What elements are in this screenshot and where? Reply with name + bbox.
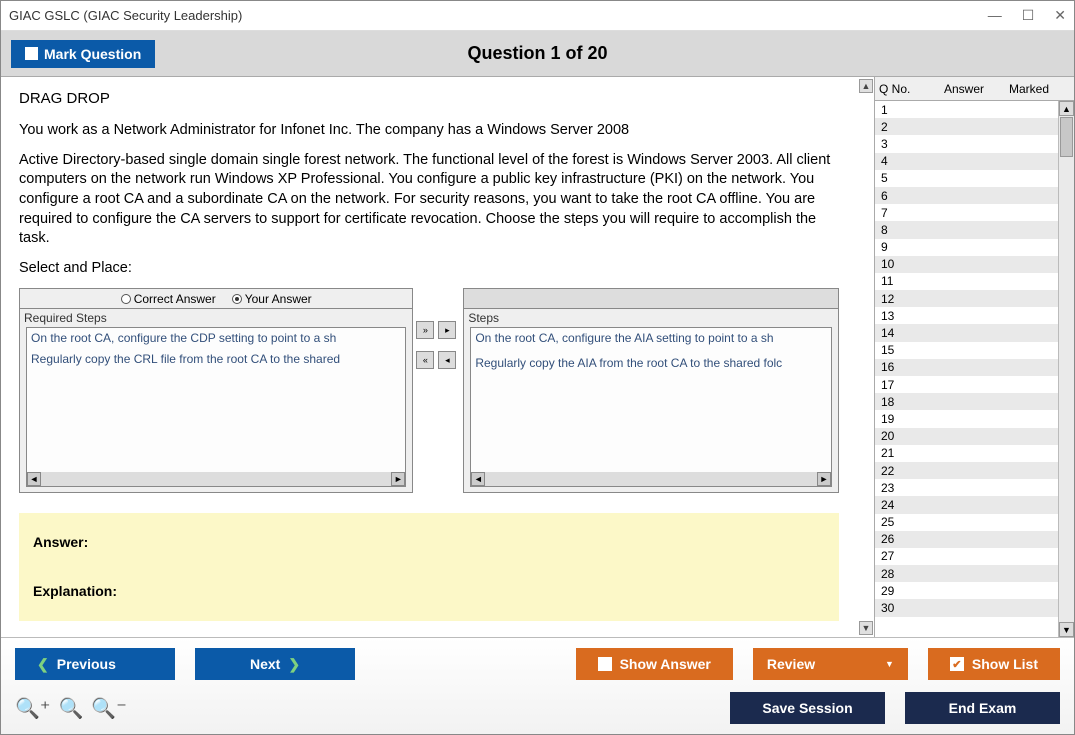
question-row[interactable]: 18 [875,393,1074,410]
question-row[interactable]: 14 [875,324,1074,341]
zoom-in-icon[interactable]: 🔍⁺ [15,696,50,721]
header-band: Mark Question Question 1 of 20 [1,31,1074,77]
question-row[interactable]: 13 [875,307,1074,324]
question-row[interactable]: 17 [875,376,1074,393]
question-type: DRAG DROP [19,89,850,109]
previous-button[interactable]: ❮Previous [15,648,175,680]
radio-correct-answer[interactable]: Correct Answer [121,291,216,307]
mark-question-label: Mark Question [44,46,141,62]
question-row[interactable]: 1 [875,101,1074,118]
zoom-reset-icon[interactable]: 🔍 [58,696,83,721]
question-row[interactable]: 24 [875,496,1074,513]
question-row[interactable]: 3 [875,135,1074,152]
select-place-label: Select and Place: [19,259,850,279]
app-window: GIAC GSLC (GIAC Security Leadership) — ☐… [0,0,1075,735]
answer-label: Answer: [33,534,88,550]
question-row[interactable]: 28 [875,565,1074,582]
question-row[interactable]: 6 [875,187,1074,204]
drag-drop-area: Correct Answer Your Answer Required Step… [19,288,839,493]
scroll-right-icon[interactable]: ► [391,472,405,486]
checkbox-checked-icon: ✔ [950,657,964,671]
list-item[interactable]: On the root CA, configure the CDP settin… [27,328,405,348]
list-item[interactable]: Regularly copy the CRL file from the roo… [27,349,405,369]
question-intro: You work as a Network Administrator for … [19,121,850,141]
col-marked: Marked [1009,82,1074,96]
question-row[interactable]: 4 [875,153,1074,170]
list-item[interactable]: On the root CA, configure the AIA settin… [471,328,831,348]
question-body: Active Directory-based single domain sin… [19,151,850,249]
question-content: DRAG DROP You work as a Network Administ… [1,77,874,637]
scroll-left-icon[interactable]: ◄ [471,472,485,486]
next-button[interactable]: Next❯ [195,648,355,680]
close-icon[interactable]: ✕ [1054,7,1066,24]
question-row[interactable]: 30 [875,599,1074,616]
move-left-button[interactable]: ◂ [438,351,456,369]
show-answer-button[interactable]: Show Answer [576,648,733,680]
move-left-all-button[interactable]: « [416,351,434,369]
question-row[interactable]: 8 [875,221,1074,238]
steps-list[interactable]: On the root CA, configure the AIA settin… [470,327,832,487]
show-list-button[interactable]: ✔Show List [928,648,1060,680]
move-right-button[interactable]: ▸ [438,321,456,339]
steps-header: Steps [464,309,838,327]
question-row[interactable]: 27 [875,548,1074,565]
question-row[interactable]: 12 [875,290,1074,307]
zoom-out-icon[interactable]: 🔍⁻ [91,696,126,721]
mark-question-button[interactable]: Mark Question [11,40,155,68]
scroll-down-icon[interactable]: ▼ [1059,622,1074,637]
maximize-icon[interactable]: ☐ [1022,7,1035,24]
radio-your-answer[interactable]: Your Answer [232,291,312,307]
titlebar: GIAC GSLC (GIAC Security Leadership) — ☐… [1,1,1074,31]
answer-box: Answer: Explanation: [19,513,839,620]
col-answer: Answer [944,82,1009,96]
question-row[interactable]: 2 [875,118,1074,135]
scroll-up-icon[interactable]: ▲ [859,79,873,93]
footer: ❮Previous Next❯ Show Answer Review▼ ✔Sho… [1,638,1074,734]
question-row[interactable]: 11 [875,273,1074,290]
question-row[interactable]: 5 [875,170,1074,187]
list-item[interactable]: Regularly copy the AIA from the root CA … [471,353,831,373]
question-row[interactable]: 15 [875,342,1074,359]
question-counter: Question 1 of 20 [467,43,607,64]
question-row[interactable]: 26 [875,531,1074,548]
scroll-down-icon[interactable]: ▼ [859,621,873,635]
required-steps-list[interactable]: On the root CA, configure the CDP settin… [26,327,406,487]
chevron-down-icon: ▼ [885,659,894,669]
question-row[interactable]: 7 [875,204,1074,221]
question-row[interactable]: 19 [875,410,1074,427]
scroll-thumb[interactable] [1060,117,1073,157]
required-steps-header: Required Steps [20,309,412,327]
minimize-icon[interactable]: — [988,7,1002,24]
window-title: GIAC GSLC (GIAC Security Leadership) [9,8,242,23]
save-session-button[interactable]: Save Session [730,692,885,724]
scroll-right-icon[interactable]: ► [817,472,831,486]
review-button[interactable]: Review▼ [753,648,908,680]
question-row[interactable]: 25 [875,514,1074,531]
question-row[interactable]: 10 [875,256,1074,273]
explanation-label: Explanation: [33,582,825,601]
question-row[interactable]: 29 [875,582,1074,599]
question-row[interactable]: 23 [875,479,1074,496]
end-exam-button[interactable]: End Exam [905,692,1060,724]
col-qno: Q No. [879,82,944,96]
question-row[interactable]: 20 [875,428,1074,445]
question-list-panel: Q No. Answer Marked 12345678910111213141… [874,77,1074,637]
question-row[interactable]: 21 [875,445,1074,462]
question-row[interactable]: 16 [875,359,1074,376]
question-row[interactable]: 9 [875,239,1074,256]
scroll-up-icon[interactable]: ▲ [1059,101,1074,116]
move-right-all-button[interactable]: » [416,321,434,339]
question-row[interactable]: 22 [875,462,1074,479]
checkbox-icon [25,47,38,60]
checkbox-icon [598,657,612,671]
scroll-left-icon[interactable]: ◄ [27,472,41,486]
